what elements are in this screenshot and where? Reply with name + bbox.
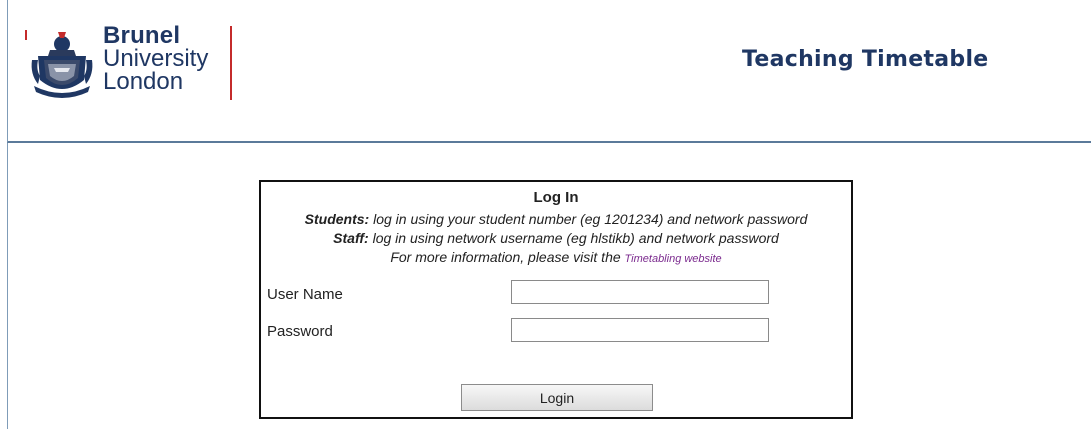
- students-instruction: Students: log in using your student numb…: [261, 211, 851, 227]
- login-title: Log In: [533, 189, 579, 206]
- logo-text-london: London: [103, 68, 184, 95]
- crest-icon: [31, 32, 93, 98]
- login-button[interactable]: Login: [461, 384, 653, 411]
- left-border: [7, 143, 8, 429]
- logo-accent-rule: [25, 30, 27, 40]
- staff-text: log in using network username (eg hlstik…: [368, 230, 779, 246]
- header: Brunel University London Teaching Timeta…: [7, 0, 1091, 143]
- brunel-logo: Brunel University London: [21, 22, 239, 104]
- staff-instruction: Staff: log in using network username (eg…: [261, 230, 851, 246]
- login-panel: Log In Students: log in using your stude…: [259, 180, 853, 419]
- logo-divider-rule: [230, 26, 232, 100]
- password-input[interactable]: [511, 318, 769, 342]
- students-text: log in using your student number (eg 120…: [369, 211, 808, 227]
- info-text: For more information, please visit the: [390, 249, 625, 265]
- password-label: Password: [267, 323, 333, 340]
- timetabling-website-link[interactable]: Timetabling website: [625, 253, 722, 265]
- page-title: Teaching Timetable: [742, 47, 989, 72]
- username-input[interactable]: [511, 280, 769, 304]
- username-label: User Name: [267, 286, 343, 303]
- info-line: For more information, please visit the T…: [261, 249, 851, 265]
- staff-label: Staff:: [333, 230, 369, 246]
- students-label: Students:: [304, 211, 370, 227]
